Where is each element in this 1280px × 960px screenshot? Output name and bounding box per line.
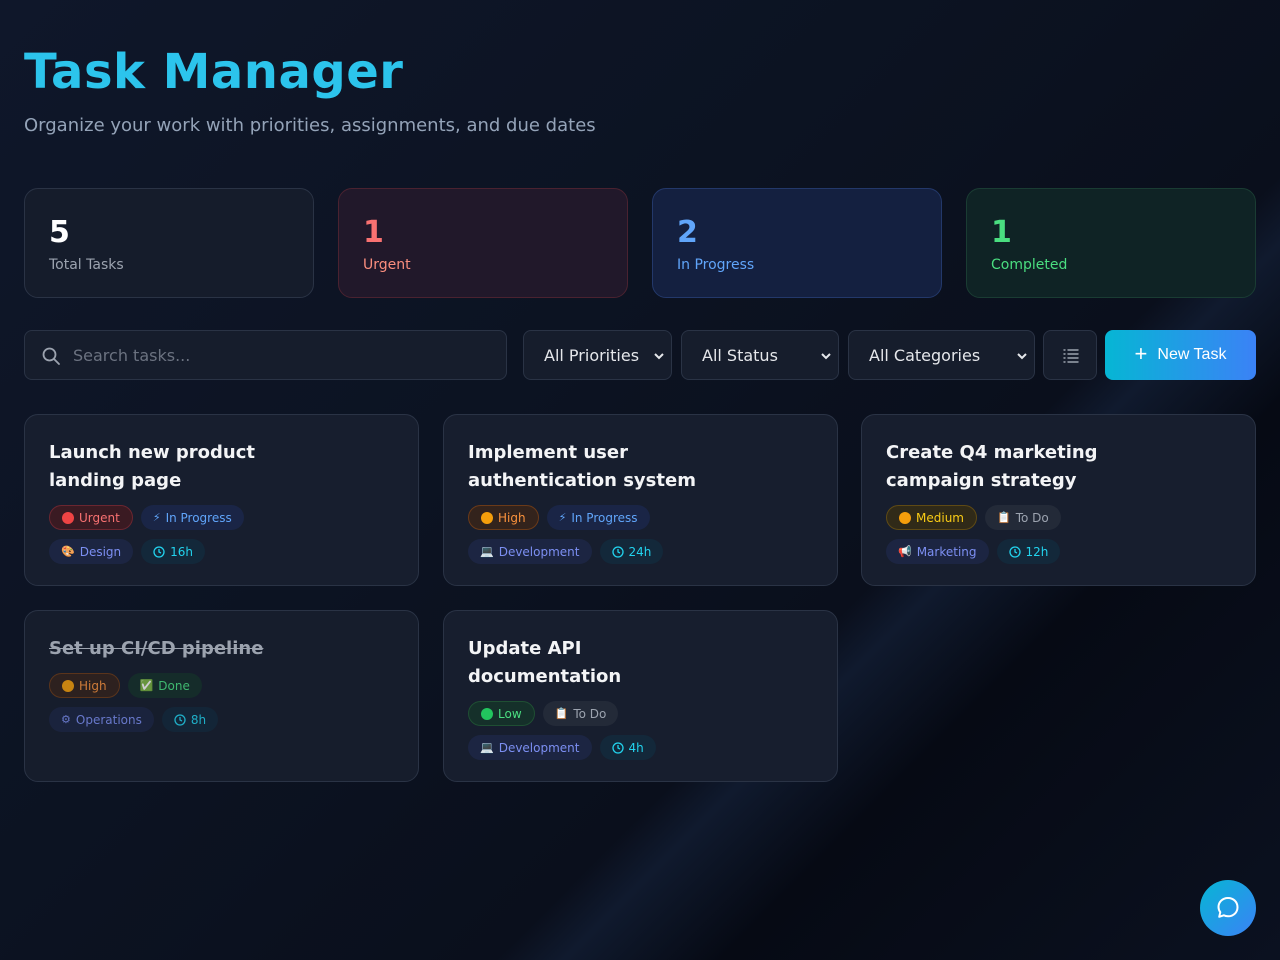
megaphone-icon: 📢 [898, 545, 912, 558]
task-card[interactable]: Update API documentation Low 📋 To Do 💻 Dev… [443, 610, 838, 782]
task-title: Implement user authentication system [468, 442, 696, 491]
palette-icon: 🎨 [61, 545, 75, 558]
estimate-badge: 12h [996, 539, 1061, 564]
new-task-button[interactable]: + New Task [1105, 330, 1256, 380]
clock-icon [153, 545, 165, 558]
task-card[interactable]: Implement user authentication system Hig… [443, 414, 838, 586]
status-filter-value: All Status [702, 345, 778, 365]
clipboard-icon: 📋 [996, 511, 1011, 524]
stat-completed-value: 1 [991, 215, 1012, 250]
search-icon [42, 347, 60, 365]
task-card[interactable]: Launch new product landing page Urgent ⚡… [24, 414, 419, 586]
task-title: Launch new product landing page [49, 442, 256, 491]
chat-button[interactable] [1200, 880, 1256, 936]
estimate-badge: 8h [161, 707, 219, 732]
estimate-badge: 4h [599, 735, 656, 760]
lightning-icon: ⚡ [558, 511, 567, 524]
status-badge: ✅ Done [127, 673, 202, 698]
category-badge: 🎨 Design [49, 539, 134, 564]
laptop-icon: 💻 [480, 545, 494, 558]
priority-dot-icon [899, 511, 911, 524]
stat-completed-label: Completed [991, 257, 1068, 273]
priority-badge: Medium [886, 505, 977, 530]
stat-card-urgent: 1 Urgent [338, 188, 628, 298]
priority-badge: High [49, 673, 120, 698]
gear-icon: ⚙ [61, 713, 71, 726]
view-toggle-button[interactable] [1043, 330, 1097, 380]
stat-card-completed: 1 Completed [966, 188, 1256, 298]
task-title: Update API documentation [468, 638, 622, 687]
status-badge: 📋 To Do [542, 701, 619, 726]
task-tags: Low 📋 To Do 💻 Development 4h [468, 701, 813, 760]
status-filter-select[interactable]: All Status [681, 330, 839, 380]
stat-urgent-label: Urgent [363, 257, 411, 273]
search-box [24, 330, 507, 380]
clock-icon [611, 741, 624, 754]
category-badge: 📢 Marketing [886, 539, 989, 564]
task-tags: High ✅ Done ⚙ Operations 8h [49, 673, 394, 732]
task-card[interactable]: Set up CI/CD pipeline High ✅ Done ⚙ Operat… [24, 610, 419, 782]
priority-dot-icon [62, 511, 74, 524]
stat-in-progress-value: 2 [677, 215, 698, 250]
stat-urgent-value: 1 [363, 215, 384, 250]
category-badge: ⚙ Operations [49, 707, 154, 732]
status-badge: 📋 To Do [984, 505, 1061, 530]
category-filter-select[interactable]: All Categories [848, 330, 1035, 380]
task-card[interactable]: Create Q4 marketing campaign strategy Me… [861, 414, 1256, 586]
estimate-badge: 16h [141, 539, 206, 564]
stat-total-value: 5 [49, 215, 70, 250]
chevron-down-icon [821, 353, 831, 360]
estimate-badge: 24h [599, 539, 664, 564]
clock-icon [611, 545, 624, 558]
stat-card-total: 5 Total Tasks [24, 188, 314, 298]
category-badge: 💻 Development [468, 539, 592, 564]
status-badge: ⚡ In Progress [546, 505, 650, 530]
task-tags: High ⚡ In Progress 💻 Development 24h [468, 505, 813, 564]
status-badge: ⚡ In Progress [140, 505, 244, 530]
list-icon [1063, 349, 1079, 363]
task-tags: Urgent ⚡ In Progress 🎨 Design 16h [49, 505, 394, 564]
clock-icon [174, 713, 186, 726]
chevron-down-icon [1017, 353, 1027, 360]
stat-in-progress-label: In Progress [677, 257, 755, 273]
stats-row: 5 Total Tasks 1 Urgent 2 In Progress 1 C… [24, 188, 1256, 298]
priority-dot-icon [62, 679, 74, 692]
priority-badge: Urgent [49, 505, 133, 530]
priority-filter-value: All Priorities [544, 345, 640, 365]
plus-icon: + [1134, 341, 1148, 366]
category-badge: 💻 Development [468, 735, 592, 760]
search-input[interactable] [73, 331, 493, 379]
page-subtitle: Organize your work with priorities, assi… [24, 115, 596, 136]
clipboard-icon: 📋 [554, 707, 569, 720]
chevron-down-icon [654, 353, 664, 360]
priority-dot-icon [481, 511, 493, 524]
new-task-label: New Task [1157, 346, 1227, 363]
task-title: Create Q4 marketing campaign strategy [886, 442, 1098, 491]
lightning-icon: ⚡ [152, 511, 161, 524]
page-title: Task Manager [24, 44, 404, 100]
priority-badge: High [468, 505, 539, 530]
clock-icon [1008, 545, 1021, 558]
priority-dot-icon [481, 707, 493, 720]
priority-badge: Low [468, 701, 535, 726]
task-title: Set up CI/CD pipeline [49, 638, 264, 659]
task-tags: Medium 📋 To Do 📢 Marketing 12h [886, 505, 1231, 564]
category-filter-value: All Categories [869, 345, 981, 365]
stat-total-label: Total Tasks [49, 257, 124, 273]
priority-filter-select[interactable]: All Priorities [523, 330, 672, 380]
stat-card-in-progress: 2 In Progress [652, 188, 942, 298]
toolbar: All Priorities All Status All Categories… [24, 330, 1256, 380]
laptop-icon: 💻 [480, 741, 494, 754]
check-icon: ✅ [139, 679, 154, 692]
chat-bubble-icon [1217, 897, 1239, 918]
